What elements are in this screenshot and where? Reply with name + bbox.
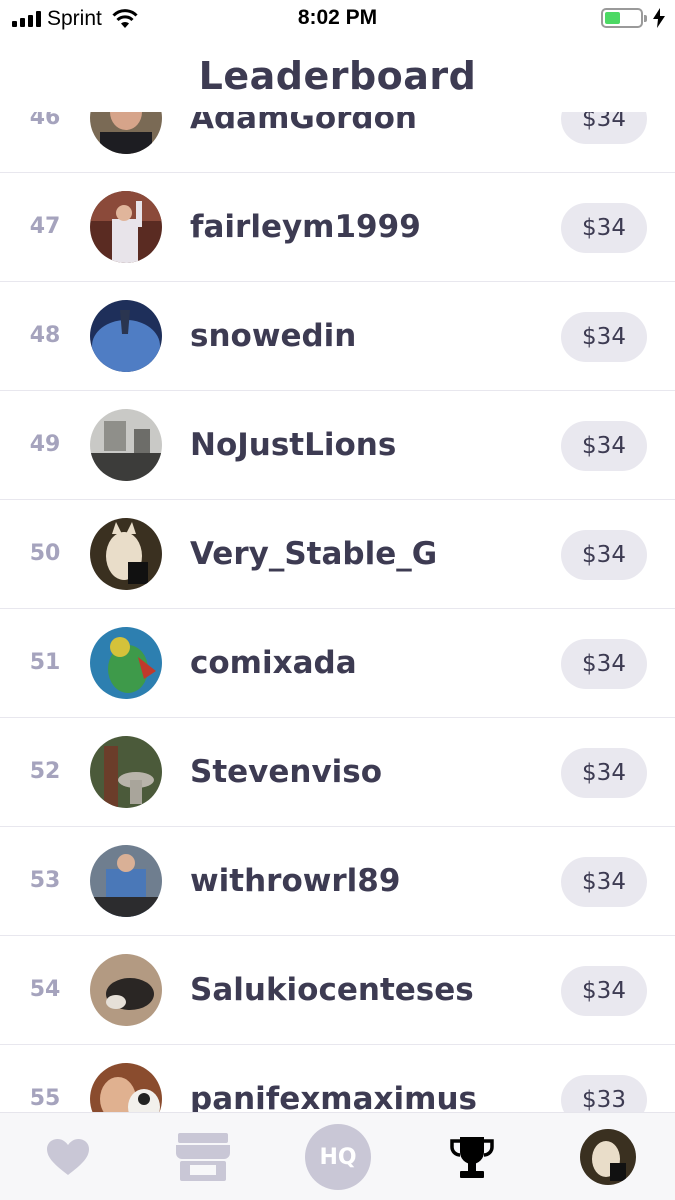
username: comixada (190, 645, 357, 681)
prize-badge: $34 (561, 748, 647, 798)
leaderboard-row[interactable]: 47 fairleym1999 $34 (0, 173, 675, 282)
nav-lives[interactable] (28, 1113, 108, 1200)
profile-avatar (580, 1129, 636, 1185)
leaderboard-row[interactable]: 48 snowedin $34 (0, 282, 675, 391)
username: NoJustLions (190, 427, 397, 463)
username: snowedin (190, 318, 357, 354)
leaderboard-row[interactable]: 49 NoJustLions $34 (0, 391, 675, 500)
trophy-icon (450, 1137, 494, 1178)
leaderboard-row[interactable]: 51 comixada $34 (0, 609, 675, 718)
prize-badge: $34 (561, 857, 647, 907)
user-avatar[interactable] (90, 845, 162, 917)
prize-badge: $34 (561, 312, 647, 362)
prize-badge: $34 (561, 421, 647, 471)
rank-number: 50 (29, 541, 61, 566)
prize-badge: $34 (561, 530, 647, 580)
user-avatar[interactable] (90, 300, 162, 372)
user-avatar[interactable] (90, 191, 162, 263)
prize-badge: $34 (561, 639, 647, 689)
nav-leaderboard[interactable] (432, 1113, 512, 1200)
store-icon (176, 1133, 230, 1181)
hq-logo-icon: HQ (305, 1124, 371, 1190)
page-title: Leaderboard (198, 54, 477, 98)
rank-number: 51 (29, 650, 61, 675)
charging-bolt-icon (653, 8, 665, 28)
username: Salukiocenteses (190, 972, 474, 1008)
leaderboard-list[interactable]: 46 AdamGordon $34 47 fairleym1999 $34 48… (0, 64, 675, 1154)
leaderboard-row[interactable]: 53 withrowrl89 $34 (0, 827, 675, 936)
username: Stevenviso (190, 754, 383, 790)
prize-badge: $34 (561, 203, 647, 253)
rank-number: 54 (29, 977, 61, 1002)
username: withrowrl89 (190, 863, 401, 899)
user-avatar[interactable] (90, 954, 162, 1026)
nav-home[interactable]: HQ (298, 1113, 378, 1200)
rank-number: 49 (29, 432, 61, 457)
user-avatar[interactable] (90, 409, 162, 481)
leaderboard-row[interactable]: 52 Stevenviso $34 (0, 718, 675, 827)
rank-number: 52 (29, 759, 61, 784)
status-time: 8:02 PM (297, 6, 378, 29)
user-avatar[interactable] (90, 736, 162, 808)
header: Leaderboard (0, 40, 675, 112)
username: fairleym1999 (190, 209, 421, 245)
rank-number: 53 (29, 868, 61, 893)
user-avatar[interactable] (90, 518, 162, 590)
status-bar: Sprint 8:02 PM (0, 0, 675, 40)
username: Very_Stable_G (190, 536, 438, 572)
rank-number: 48 (29, 323, 61, 348)
nav-store[interactable] (160, 1113, 246, 1200)
bottom-nav: HQ (0, 1112, 675, 1200)
prize-badge: $34 (561, 966, 647, 1016)
leaderboard-row[interactable]: 50 Very_Stable_G $34 (0, 500, 675, 609)
rank-number: 47 (29, 214, 61, 239)
nav-profile[interactable] (568, 1113, 648, 1200)
leaderboard-row[interactable]: 54 Salukiocenteses $34 (0, 936, 675, 1045)
battery-level (605, 12, 621, 24)
battery-icon (601, 8, 647, 28)
heart-icon (47, 1139, 89, 1175)
user-avatar[interactable] (90, 627, 162, 699)
